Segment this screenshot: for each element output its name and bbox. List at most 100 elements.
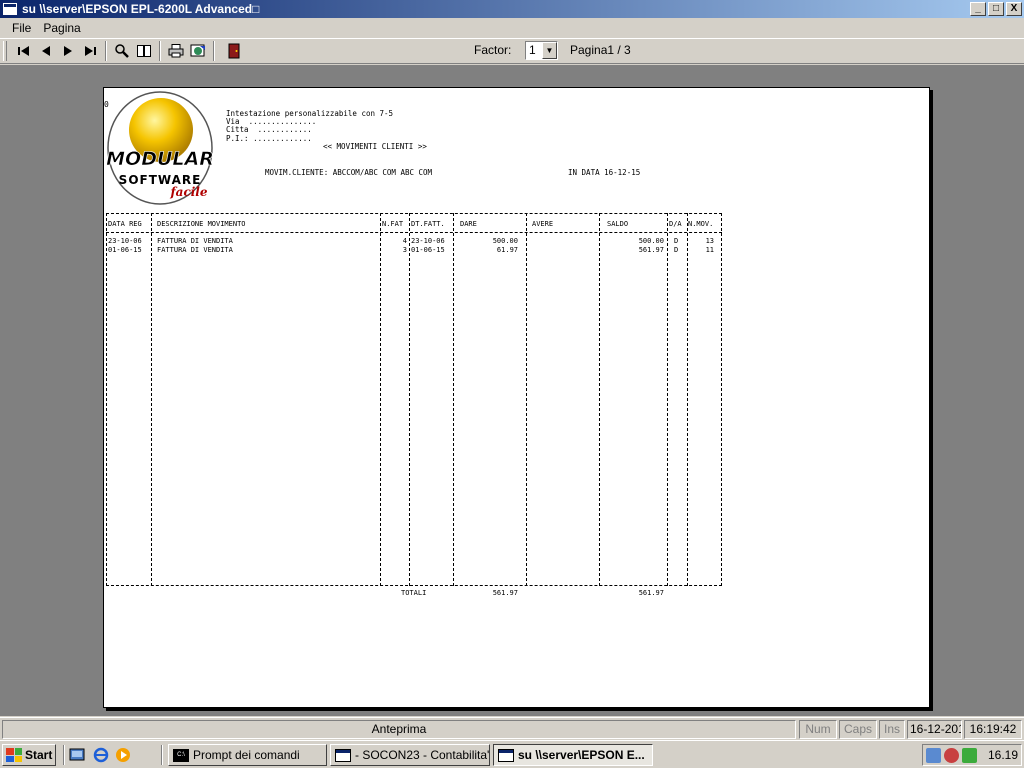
task-label: Prompt dei comandi [193, 748, 300, 762]
statusbar: Anteprima Num Caps Ins 16-12-2015 16:19:… [0, 717, 1024, 740]
start-label: Start [25, 748, 53, 762]
column-header: AVERE [532, 220, 554, 228]
chevron-down-icon[interactable]: ▼ [542, 42, 557, 59]
tray-clock[interactable]: 16.19 [988, 748, 1018, 762]
window-icon [335, 748, 351, 762]
task-label: - SOCON23 - Contabilita'... [355, 748, 490, 762]
table-cell: 13 [705, 237, 714, 245]
header-line-4: P.I.: ............. [226, 134, 312, 143]
logo-word-modular: MODULAR [106, 148, 214, 170]
task-label: su \\server\EPSON E... [518, 748, 645, 762]
previous-page-icon[interactable] [35, 41, 57, 61]
table-cell: D [674, 246, 679, 254]
task-socon23[interactable]: - SOCON23 - Contabilita'... [330, 744, 490, 766]
security-icon[interactable] [944, 747, 959, 763]
totals-dare: 561.97 [492, 589, 518, 597]
taskbar: Start C:\ Prompt dei comandi - SOCON23 -… [0, 740, 1024, 768]
table-column-divider [380, 213, 381, 586]
column-header: SALDO [607, 220, 629, 228]
maximize-button[interactable]: □ [988, 2, 1004, 16]
column-header: DESCRIZIONE MOVIMENTO [157, 220, 246, 228]
task-prompt[interactable]: C:\ Prompt dei comandi [168, 744, 327, 766]
table-cell: FATTURA DI VENDITA [157, 237, 233, 245]
exit-door-icon[interactable] [223, 41, 245, 61]
column-header: N.MOV. [688, 220, 714, 228]
toolbar-separator [213, 41, 215, 61]
menubar: File Pagina [0, 18, 1024, 38]
start-button[interactable]: Start [2, 744, 56, 766]
table-column-divider [453, 213, 454, 586]
next-page-icon[interactable] [57, 41, 79, 61]
table-column-divider [687, 213, 688, 586]
toolbar [0, 38, 1024, 64]
window-title: su \\server\EPSON EPL-6200L Advanced□ [22, 2, 260, 16]
table-column-divider [667, 213, 668, 586]
window-titlebar[interactable]: su \\server\EPSON EPL-6200L Advanced□ _ … [0, 0, 1024, 18]
table-column-divider [599, 213, 600, 586]
table-border [106, 213, 107, 586]
date-line: IN DATA 16-12-15 [568, 168, 641, 177]
antivirus-icon[interactable] [962, 747, 977, 763]
table-cell: 3 [402, 246, 407, 254]
task-print-preview[interactable]: su \\server\EPSON E... [493, 744, 653, 766]
menu-file[interactable]: File [6, 21, 37, 35]
modular-software-logo: MODULAR SOFTWARE facile [106, 91, 214, 205]
table-cell: 4 [402, 237, 407, 245]
report-table [106, 213, 722, 586]
table-cell: 500.00 [492, 237, 518, 245]
close-button[interactable]: X [1006, 2, 1022, 16]
page-indicator: Pagina1 / 3 [570, 43, 631, 57]
toolbar-separator [159, 41, 161, 61]
factor-label: Factor: [474, 43, 512, 57]
logo-word-facile: facile [170, 185, 208, 199]
status-time: 16:19:42 [964, 720, 1022, 739]
report-title: << MOVIMENTI CLIENTI >> [323, 142, 427, 151]
table-cell: 23-10-06 [411, 237, 445, 245]
menu-pagina[interactable]: Pagina [37, 21, 86, 35]
report-page: 0 MODULAR SOFTWARE facile Intestazione p… [103, 87, 930, 708]
show-desktop-icon[interactable] [68, 746, 86, 764]
minimize-button[interactable]: _ [970, 2, 986, 16]
window-icon [498, 748, 514, 762]
internet-explorer-icon[interactable] [92, 746, 110, 764]
column-header: DARE [460, 220, 477, 228]
column-header: DT.FATT. [411, 220, 445, 228]
table-cell: 561.97 [638, 246, 664, 254]
factor-select[interactable]: 1 ▼ [525, 41, 558, 60]
caps-indicator: Caps [839, 720, 877, 739]
status-message: Anteprima [2, 720, 796, 739]
toolbar-separator [105, 41, 107, 61]
table-column-divider [409, 213, 410, 586]
export-icon[interactable] [187, 41, 209, 61]
toolbar-grip[interactable] [3, 41, 7, 61]
table-column-divider [151, 213, 152, 586]
factor-value: 1 [529, 43, 536, 57]
table-cell: 500.00 [638, 237, 664, 245]
network-icon[interactable] [926, 747, 941, 763]
two-pages-icon[interactable] [133, 41, 155, 61]
print-icon[interactable] [165, 41, 187, 61]
first-page-icon[interactable] [13, 41, 35, 61]
column-header: N.FAT [382, 220, 404, 228]
cmd-icon: C:\ [173, 748, 189, 762]
windows-flag-icon [6, 748, 22, 762]
table-header-divider [106, 232, 722, 233]
table-cell: 01-06-15 [411, 246, 445, 254]
table-column-divider [526, 213, 527, 586]
taskbar-separator [63, 745, 65, 765]
zoom-icon[interactable] [111, 41, 133, 61]
table-cell: 01-06-15 [108, 246, 142, 254]
client-line: MOVIM.CLIENTE: ABCCOM/ABC COM ABC COM [265, 168, 433, 177]
last-page-icon[interactable] [79, 41, 101, 61]
table-border [721, 213, 722, 586]
table-cell: 23-10-06 [108, 237, 142, 245]
table-cell: FATTURA DI VENDITA [157, 246, 233, 254]
table-cell: 61.97 [496, 246, 518, 254]
ins-indicator: Ins [879, 720, 905, 739]
media-player-icon[interactable] [114, 746, 132, 764]
column-header: DATA REG [108, 220, 142, 228]
table-cell: 11 [705, 246, 714, 254]
status-date: 16-12-2015 [907, 720, 962, 739]
app-window-icon [3, 3, 17, 15]
column-header: D/A [669, 220, 682, 228]
